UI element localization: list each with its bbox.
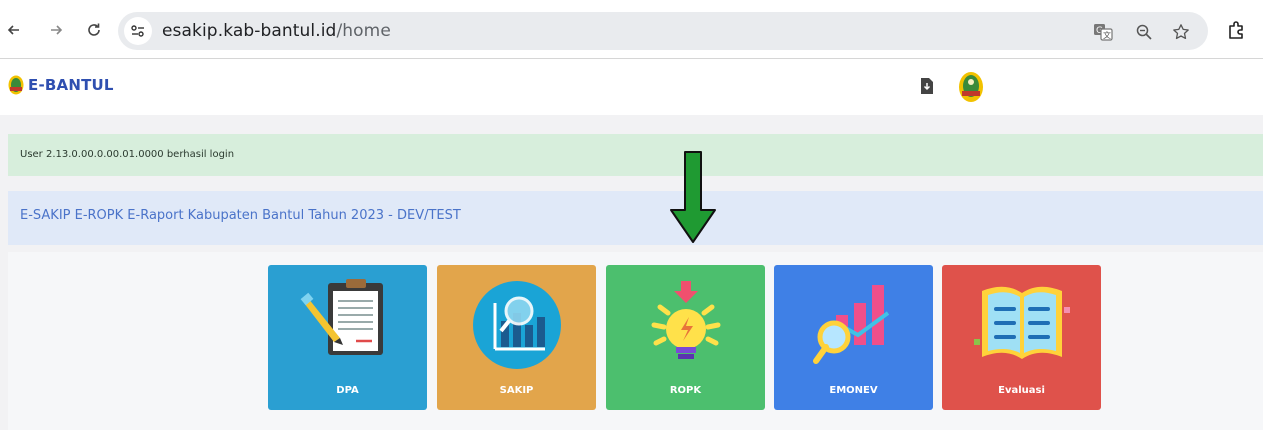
tile-label: DPA — [336, 385, 359, 396]
alert-message: User 2.13.0.00.0.00.01.0000 berhasil log… — [20, 149, 235, 160]
forward-arrow-icon — [51, 25, 63, 35]
url-host: esakip.kab-bantul.id — [162, 21, 337, 41]
tile-dpa[interactable]: DPA — [268, 265, 427, 410]
annotation-down-arrow-icon — [670, 151, 716, 243]
avatar[interactable] — [958, 71, 984, 108]
tile-ropk[interactable]: ROPK — [606, 265, 765, 410]
url-text[interactable]: esakip.kab-bantul.id/home — [162, 21, 391, 41]
brand[interactable]: E-BANTUL — [8, 75, 114, 95]
tune-icon — [131, 25, 144, 37]
forward-button[interactable] — [42, 16, 70, 44]
magnifier-chart-icon — [473, 281, 561, 369]
bantul-logo-icon — [8, 75, 24, 95]
reload-button[interactable] — [80, 16, 108, 44]
back-arrow-icon — [7, 25, 19, 35]
tile-evaluasi[interactable]: Evaluasi — [942, 265, 1101, 410]
clipboard-icon — [300, 279, 383, 355]
site-info-button[interactable] — [124, 17, 152, 45]
app-header: E-BANTUL — [0, 59, 1263, 115]
info-banner: E-SAKIP E-ROPK E-Raport Kabupaten Bantul… — [8, 191, 1263, 245]
svg-text:文: 文 — [1103, 30, 1111, 40]
extensions-button[interactable] — [1225, 18, 1249, 42]
address-bar[interactable]: esakip.kab-bantul.id/home G文 — [118, 12, 1208, 50]
zoom-icon[interactable] — [1133, 21, 1155, 43]
tile-label: ROPK — [669, 385, 702, 396]
login-success-alert: User 2.13.0.00.0.00.01.0000 berhasil log… — [8, 134, 1263, 176]
brand-text: E-BANTUL — [28, 76, 114, 94]
open-book-icon — [974, 286, 1070, 359]
bookmark-star-icon[interactable] — [1170, 21, 1192, 43]
puzzle-icon — [1229, 21, 1243, 39]
url-path: /home — [336, 21, 391, 41]
tile-sakip[interactable]: SAKIP — [437, 265, 596, 410]
lightbulb-icon — [651, 281, 721, 359]
reload-icon — [88, 23, 100, 36]
info-title: E-SAKIP E-ROPK E-Raport Kabupaten Bantul… — [20, 208, 461, 223]
back-button[interactable] — [0, 16, 28, 44]
translate-icon[interactable]: G文 — [1092, 21, 1114, 43]
download-file-icon[interactable] — [920, 77, 934, 95]
tile-label: EMONEV — [829, 385, 878, 396]
browser-toolbar: esakip.kab-bantul.id/home G文 — [0, 0, 1263, 59]
tile-emonev[interactable]: EMONEV — [774, 265, 933, 410]
bantul-emblem-icon — [959, 72, 983, 102]
tile-label: SAKIP — [499, 385, 534, 396]
tile-label: Evaluasi — [998, 385, 1045, 396]
analytics-chart-icon — [813, 285, 890, 364]
